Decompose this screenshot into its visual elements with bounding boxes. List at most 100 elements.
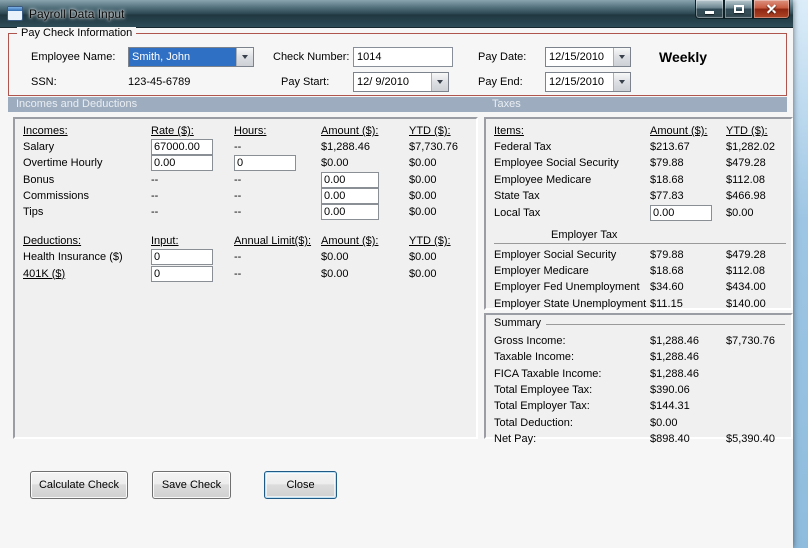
tax-amount-col-header: Amount ($): (650, 125, 708, 138)
incomes-col-header: Incomes: (23, 125, 68, 138)
salary-label: Salary (23, 141, 55, 154)
bonus-rate: -- (151, 173, 159, 186)
tax-amount: $11.15 (650, 297, 683, 310)
tax-ytd: $112.08 (726, 173, 765, 186)
paycheck-info-group: Pay Check Information Employee Name: Smi… (8, 27, 787, 96)
check-number-input[interactable] (353, 47, 453, 67)
federal-tax-row: Federal Tax $213.67 $1,282.02 (494, 139, 789, 155)
payroll-window: Payroll Data Input Pay Check Information… (0, 0, 793, 548)
rate-col-header: Rate ($): (151, 125, 194, 138)
tax-label: Employer State Unemployment (494, 297, 647, 310)
minimize-button[interactable] (695, 0, 724, 19)
summary-label: Taxable Income: (494, 351, 575, 364)
tips-amount-input[interactable] (321, 204, 379, 221)
pay-date-dropdown-icon[interactable] (613, 48, 630, 66)
health-insurance-amount: $0.00 (321, 251, 349, 264)
summary-ytd: $5,390.40 (726, 432, 775, 445)
app-icon-detail (8, 7, 22, 11)
tax-ytd: $140.00 (726, 297, 766, 310)
incomes-header-row: Incomes: Rate ($): Hours: Amount ($): YT… (23, 123, 474, 139)
tax-amount: $18.68 (650, 265, 684, 278)
employee-name-combobox[interactable]: Smith, John (128, 47, 254, 67)
401k-input[interactable] (151, 265, 213, 282)
summary-amount: $144.31 (650, 400, 690, 413)
tax-label: Employer Social Security (494, 249, 617, 262)
tax-amount: $77.83 (650, 189, 684, 202)
bonus-hours: -- (234, 173, 242, 186)
salary-rate-input[interactable] (151, 139, 213, 156)
tips-rate: -- (151, 206, 159, 219)
fica-taxable-income-row: FICA Taxable Income: $1,288.46 (494, 366, 787, 382)
pay-end-picker[interactable]: 12/15/2010 (545, 72, 631, 92)
commissions-amount-input[interactable] (321, 187, 379, 204)
employee-ss-row: Employee Social Security $79.88 $479.28 (494, 155, 789, 171)
summary-group-line (546, 324, 785, 325)
401k-label: 401K ($) (23, 267, 66, 280)
summary-label: FICA Taxable Income: (494, 367, 602, 380)
tax-items-col-header: Items: (494, 125, 524, 138)
summary-amount: $898.40 (650, 432, 690, 445)
summary-label: Net Pay: (494, 432, 537, 445)
app-icon (7, 6, 23, 21)
bonus-amount-input[interactable] (321, 171, 379, 188)
save-check-button[interactable]: Save Check (152, 471, 231, 499)
close-icon (766, 4, 777, 15)
tax-ytd: $479.28 (726, 157, 766, 170)
salary-hours: -- (234, 141, 242, 154)
401k-row: 401K ($) -- $0.00 $0.00 (23, 265, 474, 282)
pay-start-value: 12/ 9/2010 (357, 76, 409, 88)
input-col-header: Input: (151, 235, 179, 248)
local-tax-ytd: $0.00 (726, 206, 754, 219)
tax-label: State Tax (494, 189, 540, 202)
pay-start-picker[interactable]: 12/ 9/2010 (353, 72, 449, 92)
calculate-check-button[interactable]: Calculate Check (30, 471, 128, 499)
section-header-band: Incomes and Deductions Taxes (8, 97, 787, 112)
salary-ytd: $7,730.76 (409, 141, 458, 154)
tax-ytd: $479.28 (726, 249, 766, 262)
employer-medicare-row: Employer Medicare $18.68 $112.08 (494, 263, 789, 279)
employer-tax-group-label: Employer Tax (551, 228, 618, 241)
close-window-button[interactable] (753, 0, 790, 19)
tips-row: Tips -- -- $0.00 (23, 204, 474, 221)
employee-name-dropdown-icon[interactable] (236, 48, 253, 66)
summary-label: Total Employee Tax: (494, 384, 593, 397)
pay-date-picker[interactable]: 12/15/2010 (545, 47, 631, 67)
tax-amount: $79.88 (650, 157, 684, 170)
net-pay-row: Net Pay: $898.40 $5,390.40 (494, 431, 787, 447)
taxable-income-row: Taxable Income: $1,288.46 (494, 349, 787, 365)
summary-panel: Summary Gross Income: $1,288.46 $7,730.7… (484, 313, 793, 445)
caption-buttons (695, 0, 790, 19)
overtime-hours-input[interactable] (234, 155, 296, 172)
summary-label: Gross Income: (494, 335, 566, 348)
close-button[interactable]: Close (264, 471, 337, 499)
summary-amount: $1,288.46 (650, 335, 699, 348)
tax-ytd: $434.00 (726, 281, 766, 294)
pay-end-dropdown-icon[interactable] (613, 73, 630, 91)
gross-income-row: Gross Income: $1,288.46 $7,730.76 (494, 333, 787, 349)
screen: Payroll Data Input Pay Check Information… (0, 0, 808, 548)
annual-limit-col-header: Annual Limit($): (234, 235, 312, 248)
amount-col-header: Amount ($): (321, 125, 379, 138)
total-employer-tax-row: Total Employer Tax: $144.31 (494, 398, 787, 414)
ssn-label: SSN: (31, 76, 57, 88)
health-insurance-input[interactable] (151, 249, 213, 266)
local-tax-input[interactable] (650, 204, 712, 221)
bonus-row: Bonus -- -- $0.00 (23, 171, 474, 188)
pay-end-value: 12/15/2010 (549, 76, 605, 88)
tax-label: Employer Fed Unemployment (494, 281, 640, 294)
tax-amount: $18.68 (650, 173, 684, 186)
employee-name-label: Employee Name: (31, 51, 116, 63)
commissions-hours: -- (234, 189, 242, 202)
overtime-label: Overtime Hourly (23, 157, 103, 170)
maximize-button[interactable] (724, 0, 753, 19)
pay-start-dropdown-icon[interactable] (431, 73, 448, 91)
pay-frequency-label: Weekly (659, 49, 707, 65)
summary-amount: $390.06 (650, 384, 690, 397)
tax-ytd: $466.98 (726, 189, 766, 202)
overtime-rate-input[interactable] (151, 155, 213, 172)
bonus-ytd: $0.00 (409, 173, 437, 186)
desktop-background (793, 0, 808, 548)
total-employee-tax-row: Total Employee Tax: $390.06 (494, 382, 787, 398)
incomes-deductions-panel: Incomes: Rate ($): Hours: Amount ($): YT… (13, 117, 478, 439)
health-insurance-row: Health Insurance ($) -- $0.00 $0.00 (23, 249, 474, 266)
